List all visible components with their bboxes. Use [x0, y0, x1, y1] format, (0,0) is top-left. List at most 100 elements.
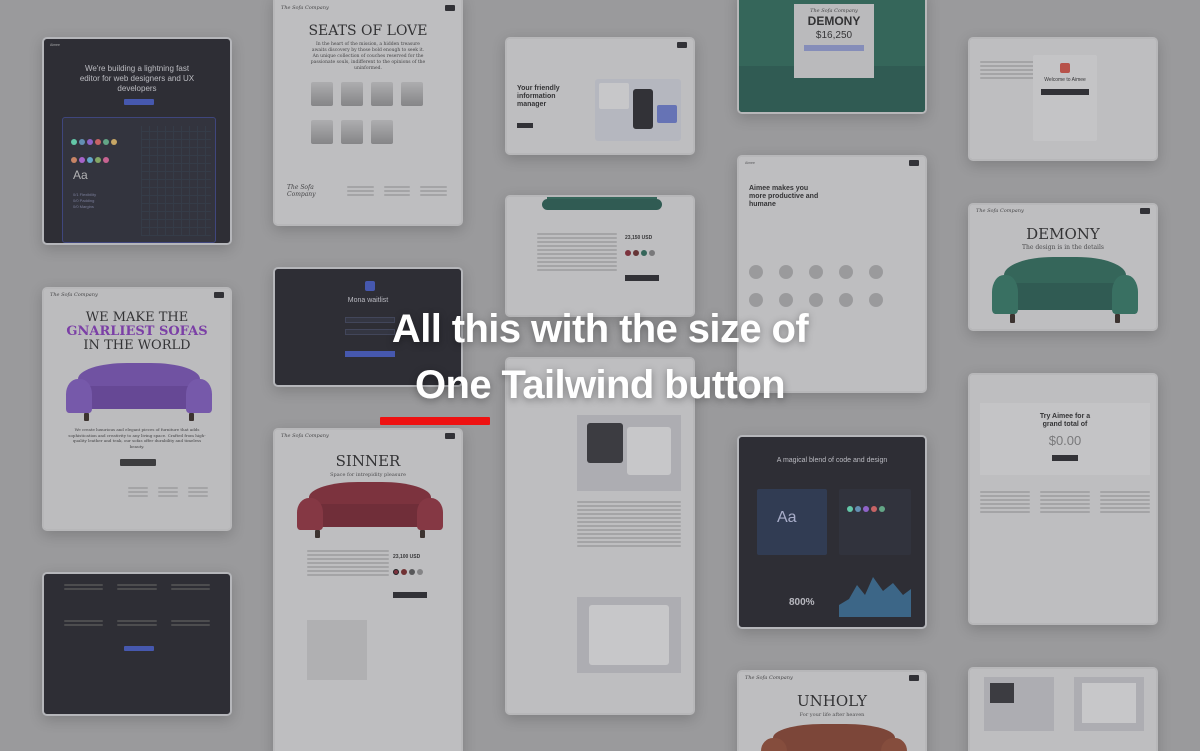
unholy-nav-button[interactable] [909, 675, 919, 681]
dark-features-grid [64, 582, 210, 628]
editor-title: We're building a lightning fast editor f… [79, 64, 195, 93]
editor-color-swatches [71, 132, 119, 168]
demony-right-title: DEMONY [1026, 225, 1100, 243]
demony-top-price: $16,250 [815, 30, 853, 41]
pricing-price: $0.00 [1048, 433, 1082, 448]
editor-cta-button[interactable] [124, 99, 154, 105]
editor-preview-card[interactable]: Aimee We're building a lightning fast ed… [42, 37, 232, 245]
dashboard-mockup-2 [1074, 677, 1144, 731]
seats-footer-links [347, 184, 448, 198]
team-avatar [311, 82, 333, 106]
unholy-card[interactable]: The Sofa Company UNHOLY For your life af… [737, 670, 927, 751]
manager-app-mockup [595, 79, 681, 141]
gnarliest-logo: The Sofa Company [50, 292, 98, 298]
manager-cta-button[interactable] [517, 123, 533, 128]
aimee-nav-button[interactable] [909, 160, 919, 166]
seats-title: SEATS OF LOVE [308, 23, 428, 39]
code-design-glyph: Aa [777, 509, 797, 526]
demony-right-logo: The Sofa Company [976, 208, 1024, 214]
headline-line-1: All this with the size of [391, 307, 809, 351]
pricing-card[interactable]: Try Aimee for a grand total of $0.00 [968, 373, 1158, 625]
manager-nav [507, 39, 693, 51]
team-avatar [341, 82, 363, 106]
aimee-brand: Aimee [745, 161, 755, 165]
mona-logo-icon [365, 281, 375, 291]
sinner-product-card[interactable]: The Sofa Company SINNER Space for intrep… [273, 428, 463, 751]
sinner-buy-button[interactable] [393, 592, 427, 598]
demony-right-subtitle: The design is in the details [1022, 244, 1104, 251]
team-avatar [371, 120, 393, 144]
gnarliest-body: We create luxurious and elegant pieces o… [68, 427, 206, 449]
unholy-nav: The Sofa Company [739, 672, 925, 684]
doc-mockup-1 [577, 415, 681, 491]
documentation-card[interactable] [505, 357, 695, 715]
sinner-price: 23,100 USD [393, 554, 421, 560]
code-design-card[interactable]: A magical blend of code and design Aa 80… [737, 435, 927, 629]
aimee-modal-title: Welcome to Aimee [1044, 77, 1086, 83]
dark-features-card[interactable] [42, 572, 232, 716]
manager-title: Your friendly information manager [517, 85, 560, 108]
demony-top-title: DEMONY [807, 14, 861, 28]
headline-red-accent [380, 417, 490, 425]
seats-logo-nav: The Sofa Company [281, 5, 329, 11]
green-sofa-banner [537, 197, 667, 215]
aimee-modal-button[interactable] [1041, 89, 1089, 95]
aimee-modal: Welcome to Aimee [1033, 55, 1097, 141]
code-design-panel-glyph: Aa [757, 489, 827, 555]
code-design-stat: 800% [789, 597, 815, 608]
dashboard-mockup-1 [984, 677, 1054, 731]
headline-line-2: One Tailwind button [414, 363, 786, 407]
pricing-faq [980, 489, 1150, 515]
aimee-modal-logo-icon [1060, 63, 1070, 73]
seats-body: In the heart of the mission, a hidden tr… [310, 42, 426, 71]
pricing-title: Try Aimee for a grand total of [1039, 413, 1091, 428]
sinner-nav: The Sofa Company [275, 430, 461, 442]
editor-sample-glyph: Aa [73, 168, 88, 182]
editor-nav: Aimee [44, 39, 230, 51]
brown-sofa-image [761, 724, 907, 751]
doc-mockup-2 [577, 597, 681, 673]
editor-mockup-panel: Aa 0/1 Flexibility 0/0 Padding 0/0 Margi… [62, 117, 216, 243]
gnarliest-cta-button[interactable] [120, 459, 156, 466]
sinner-description [307, 548, 389, 578]
unholy-logo: The Sofa Company [745, 675, 793, 681]
gnarliest-nav-button[interactable] [214, 292, 224, 298]
team-avatar [341, 120, 363, 144]
sinner-nav-button[interactable] [445, 433, 455, 439]
demony-top-card[interactable]: The Sofa Company DEMONY $16,250 [737, 0, 927, 114]
dashboard-card[interactable] [968, 667, 1158, 751]
demony-right-nav-button[interactable] [1140, 208, 1150, 214]
aimee-welcome-card[interactable]: Welcome to Aimee [968, 37, 1158, 161]
red-sofa-image [297, 482, 443, 538]
pricing-button[interactable] [1052, 455, 1078, 461]
unholy-title: UNHOLY [796, 692, 868, 710]
sinner-details-blocks [307, 620, 367, 680]
gnarliest-footer [58, 485, 216, 521]
code-design-chart [839, 565, 911, 617]
editor-grid-area [141, 126, 211, 236]
pricing-panel: Try Aimee for a grand total of $0.00 [980, 403, 1150, 475]
editor-setting-3: 0/0 Margins [73, 204, 94, 209]
product-buy-button[interactable] [625, 275, 659, 281]
aimee-team-icons [749, 265, 919, 307]
seats-nav-button[interactable] [445, 5, 455, 11]
aimee-productive-card[interactable]: Aimee Aimee makes you more productive an… [737, 155, 927, 393]
demony-top-button[interactable] [804, 45, 864, 51]
seats-of-love-card[interactable]: The Sofa Company SEATS OF LOVE In the he… [273, 0, 463, 226]
demony-right-nav: The Sofa Company [970, 205, 1156, 217]
sinner-color-options[interactable] [393, 562, 425, 580]
seats-logo-footer: The Sofa Company [287, 184, 316, 198]
sinner-logo: The Sofa Company [281, 433, 329, 439]
aimee-title: Aimee makes you more productive and huma… [749, 185, 819, 208]
gnarliest-nav: The Sofa Company [44, 289, 230, 301]
team-avatar [401, 82, 423, 106]
editor-settings-list: 0/1 Flexibility 0/0 Padding 0/0 Margins [73, 192, 96, 210]
information-manager-card[interactable]: Your friendly information manager [505, 37, 695, 155]
dark-features-button[interactable] [124, 646, 154, 651]
screenshot-collage: Aimee We're building a lightning fast ed… [0, 0, 1200, 751]
product-detail-card[interactable]: 23,150 USD [505, 195, 695, 317]
product-color-options[interactable] [625, 243, 657, 261]
aimee-nav: Aimee [739, 157, 925, 169]
manager-nav-button[interactable] [677, 42, 687, 48]
product-price: 23,150 USD [625, 235, 653, 241]
